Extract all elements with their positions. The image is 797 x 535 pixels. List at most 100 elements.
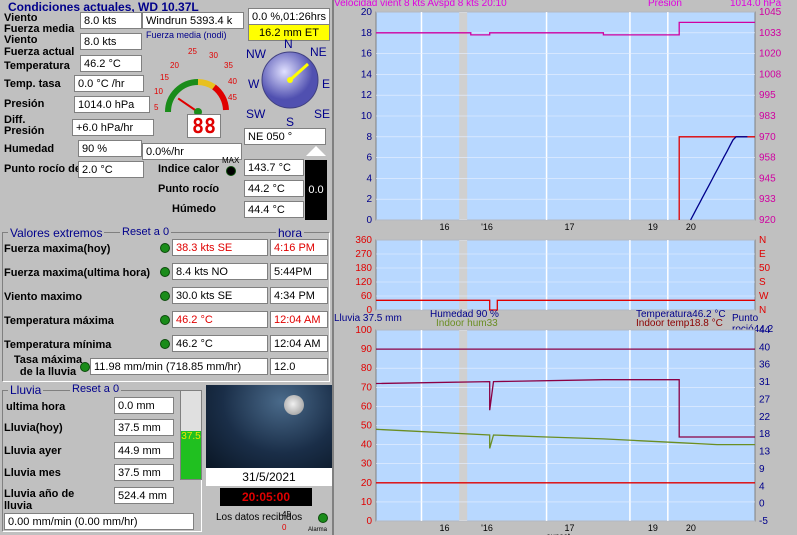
- hora-title: hora: [276, 226, 305, 240]
- extreme-time: 4:34 PM: [270, 287, 328, 304]
- compass-nw: NW: [246, 47, 267, 61]
- gauge-tick: 10: [154, 87, 163, 96]
- rain-rate-now: 0.00 mm/min (0.00 mm/hr): [4, 513, 194, 530]
- moon-icon: [284, 395, 304, 415]
- y-right-tick: 983: [759, 111, 776, 122]
- x-tick: 20: [686, 523, 696, 533]
- y-right-tick: 36: [759, 360, 771, 371]
- clock-box: 0.0 %,01:26hrs: [248, 8, 330, 25]
- y-left-tick: 40: [361, 440, 373, 451]
- x-axis-label: sunset: [547, 231, 571, 232]
- temp-rate-value: 0.0 °C /hr: [74, 75, 144, 92]
- pressure-value: 1014.0 hPa: [74, 96, 150, 113]
- y-left-tick: 90: [361, 344, 373, 355]
- y-left-tick: 4: [366, 173, 372, 184]
- y-left-tick: 14: [361, 69, 373, 80]
- rain-value: 524.4 mm: [114, 487, 174, 504]
- y-left-tick: 50: [361, 421, 373, 432]
- rain-label: Lluvia(hoy): [4, 422, 63, 434]
- extreme-value: 46.2 °C: [172, 335, 268, 352]
- x-tick: 19: [648, 222, 658, 232]
- status-dot: [318, 513, 328, 523]
- gauge-tick: 15: [160, 73, 169, 82]
- y-right-tick: 995: [759, 90, 776, 101]
- extreme-label: Temperatura máxima: [4, 315, 114, 327]
- status-dot: [226, 166, 236, 176]
- extreme-time: 12:04 AM: [270, 335, 328, 352]
- gauge-label: Fuerza media (nodi): [146, 30, 227, 40]
- row-label: Humedad: [4, 143, 55, 155]
- y-left-tick: 0: [366, 215, 372, 226]
- rain-reset[interactable]: Reset a 0: [70, 383, 122, 395]
- triangle-up-icon[interactable]: [306, 146, 326, 156]
- y-left-tick: 270: [355, 249, 372, 260]
- y-right-tick: 945: [759, 173, 776, 184]
- wind-direction-chart: 060120180270360NWS50EN: [355, 236, 771, 314]
- y-right-tick: 1033: [759, 28, 782, 39]
- rain-title: Lluvia: [8, 383, 44, 397]
- alarm-label[interactable]: Alarma: [308, 527, 327, 533]
- y-right-tick: 50: [759, 263, 771, 274]
- extreme-value: 46.2 °C: [172, 311, 268, 328]
- y-right-tick: S: [759, 277, 766, 288]
- dewpoint-dep-value: 2.0 °C: [78, 161, 144, 178]
- y-left-tick: 30: [361, 459, 373, 470]
- y-right-tick: 27: [759, 394, 771, 405]
- rain-label: Lluvia ayer: [4, 445, 62, 457]
- y-right-tick: 22: [759, 412, 771, 423]
- chart3-label: Lluvia 37.5 mm: [334, 313, 402, 324]
- y-left-tick: 80: [361, 363, 373, 374]
- y-left-tick: 20: [361, 8, 373, 18]
- y-right-tick: 933: [759, 194, 776, 205]
- y-right-tick: 970: [759, 132, 776, 143]
- wetbulb-label: Húmedo: [172, 203, 216, 215]
- status-dot: [160, 315, 170, 325]
- rain-gauge-text: 37.5: [181, 431, 201, 442]
- rain-value: 44.9 mm: [114, 442, 174, 459]
- extremes-title: Valores extremos: [8, 226, 105, 240]
- gauge-tick: 45: [228, 93, 237, 102]
- direction-box: NE 050 °: [244, 128, 326, 145]
- extreme-value: 38.3 kts SE: [172, 239, 268, 256]
- status-dot: [160, 339, 170, 349]
- row-label: Fuerza media Viento: [4, 23, 75, 46]
- y-right-tick: 13: [759, 447, 771, 458]
- gauge-tick: 5: [154, 103, 159, 112]
- wind-pressure-chart: 0 2 4 6 8 10 12 14 16 18 20 920 933 945 958 970 983 995 10…: [361, 8, 782, 232]
- gauge-tick: 30: [209, 51, 218, 60]
- extremes-reset[interactable]: Reset a 0: [120, 226, 172, 238]
- plot-area: [375, 239, 756, 311]
- rain-rate-time: 12.0: [270, 358, 328, 375]
- y-right-tick: N: [759, 236, 766, 246]
- y-right-tick: 1020: [759, 49, 782, 60]
- compass-s: S: [286, 115, 294, 126]
- extreme-time: 12:04 AM: [270, 311, 328, 328]
- humidity-temperature-chart: 0 10 20 30 40 50 60 70 80 90 100 -5 0 4 9 13 18 22 27 31 36 4…: [355, 326, 771, 535]
- data-received-label: Los datos recibidos: [216, 512, 303, 523]
- y-right-tick: -5: [759, 516, 768, 527]
- rain-gauge-tube: 37.5: [180, 390, 202, 480]
- y-right-tick: E: [759, 249, 766, 260]
- rain-rate-label: Tasa máxima de la lluvia: [13, 354, 83, 378]
- gauge-tick: 25: [188, 47, 197, 56]
- y-right-tick: 4: [759, 481, 765, 492]
- wind-direction-compass: N NE E SE S SW W NW: [246, 37, 330, 126]
- y-left-tick: 10: [361, 497, 373, 508]
- sky-time: 20:05:00: [220, 488, 312, 506]
- x-tick: '16: [481, 222, 493, 232]
- y-right-tick: 18: [759, 429, 771, 440]
- y-left-tick: 20: [361, 478, 373, 489]
- compass-e: E: [322, 77, 330, 91]
- y-left-tick: 100: [355, 326, 372, 336]
- extreme-value: 8.4 kts NO: [172, 263, 268, 280]
- row-label: Fuerza actual: [4, 46, 75, 58]
- y-left-tick: 12: [361, 90, 373, 101]
- sky-date: 31/5/2021: [206, 468, 332, 486]
- y-left-tick: 180: [355, 263, 372, 274]
- rain-value: 37.5 mm: [114, 464, 174, 481]
- y-left-tick: 0: [366, 516, 372, 527]
- status-dot: [160, 267, 170, 277]
- y-left-tick: 70: [361, 382, 373, 393]
- y-left-tick: 8: [366, 132, 372, 143]
- extreme-label: Viento maximo: [4, 291, 83, 303]
